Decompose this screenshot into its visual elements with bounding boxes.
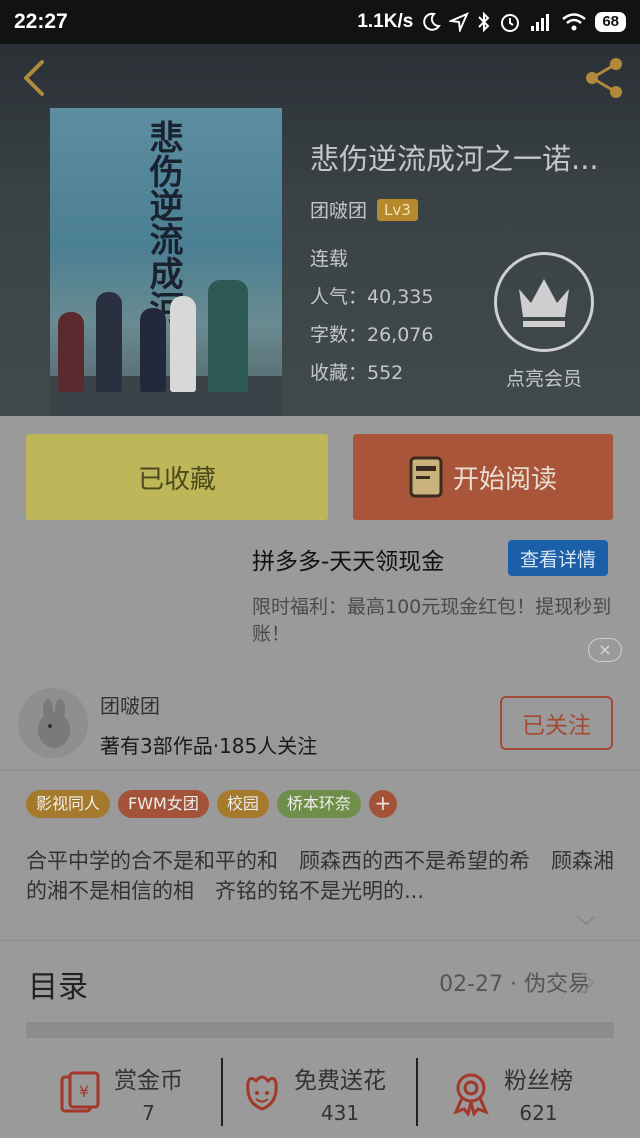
vip-button[interactable] [494,252,594,352]
alarm-icon [501,14,520,32]
stat-value: 431 [320,1101,360,1125]
cover-figure [58,312,84,392]
author-name[interactable]: 团啵团 [310,196,367,223]
flower-icon [246,1075,278,1111]
bluetooth-icon [478,11,490,33]
toc-label[interactable]: 目录 [28,962,88,1006]
stat-value: 7 [142,1101,155,1125]
book-word-count: 字数：26,076 [310,324,434,346]
red-envelope-icon: ¥ [60,1071,100,1113]
cover-figure [170,296,196,392]
book-header: 悲伤逆流成河 悲伤逆流成河之一诺... 团啵团 Lv3 连载 人气：40,335… [0,44,640,416]
cover-figure [140,308,166,392]
free-flower-button[interactable]: 免费送花 431 [240,1058,386,1128]
book-title: 悲伤逆流成河之一诺... [310,142,599,176]
section-separator [26,1022,614,1038]
ad-description[interactable]: 限时福利：最高100元现金红包！提现秒到账！ [252,594,622,648]
book-favorites: 收藏：552 [310,362,404,384]
author-row: 团啵团 Lv3 [310,196,418,223]
toc-latest-chapter[interactable]: 02-27 · 伪交易 [439,966,590,998]
location-icon [449,12,470,32]
vertical-divider [416,1058,418,1126]
tag[interactable]: 影视同人 [26,790,111,818]
crown-icon [519,279,569,327]
tag-list: 影视同人 FWM女团 校园 桥本环奈 + [26,790,397,818]
tag[interactable]: 桥本环奈 [276,790,361,818]
battery-indicator: 68 [595,12,626,32]
vip-label: 点亮会员 [505,368,582,390]
ad-close-button[interactable]: × [588,638,622,662]
avatar-image [38,699,70,748]
status-icons: 1.1K/s 68 [357,11,626,33]
moon-icon [423,12,442,31]
stat-value: 621 [519,1101,558,1125]
book-description[interactable]: 合平中学的合不是和平的和 顾森西的西不是希望的希 顾森湘的湘不是相信的相 齐铭的… [26,846,614,906]
author-card-name[interactable]: 团啵团 [100,690,160,719]
author-card-stats: 著有3部作品·185人关注 [100,734,318,758]
divider [0,940,640,941]
collected-button[interactable]: 已收藏 [26,434,328,520]
add-tag-button[interactable]: + [368,790,397,818]
start-reading-button[interactable]: 开始阅读 [353,434,613,520]
back-icon[interactable] [14,56,54,100]
stat-label: 免费送花 [294,1068,386,1094]
follow-button[interactable]: 已关注 [500,696,613,750]
start-reading-label: 开始阅读 [452,464,557,495]
share-icon[interactable] [580,54,628,102]
cover-figure [96,292,122,392]
fan-ranking-button[interactable]: 粉丝榜 621 [448,1058,573,1128]
chevron-right-icon[interactable] [580,970,596,996]
tag[interactable]: 校园 [216,790,269,818]
vertical-divider [221,1058,223,1126]
ad-title[interactable]: 拼多多-天天领现金 [252,542,444,576]
cover-title: 悲伤逆流成河 [143,120,183,324]
signal-icon [531,14,550,31]
reward-coins-button[interactable]: ¥ 赏金币 7 [56,1058,183,1128]
cover-figure [208,280,248,392]
stat-label: 粉丝榜 [504,1068,573,1094]
book-icon [409,456,443,498]
tag[interactable]: FWM女团 [118,790,209,818]
network-speed: 1.1K/s [357,11,414,32]
chevron-down-icon[interactable] [574,912,598,928]
svg-text:¥: ¥ [79,1082,89,1101]
status-time: 22:27 [14,10,68,33]
wifi-icon [562,13,587,31]
author-avatar[interactable] [18,688,88,758]
divider [0,770,640,771]
book-cover[interactable]: 悲伤逆流成河 [50,108,282,416]
level-badge: Lv3 [377,198,418,221]
medal-icon [453,1073,489,1116]
stat-label: 赏金币 [114,1068,183,1094]
book-status: 连载 [310,248,349,270]
ad-details-button[interactable]: 查看详情 [508,540,608,576]
book-popularity: 人气：40,335 [310,286,434,308]
status-bar: 22:27 1.1K/s 68 [0,0,640,44]
